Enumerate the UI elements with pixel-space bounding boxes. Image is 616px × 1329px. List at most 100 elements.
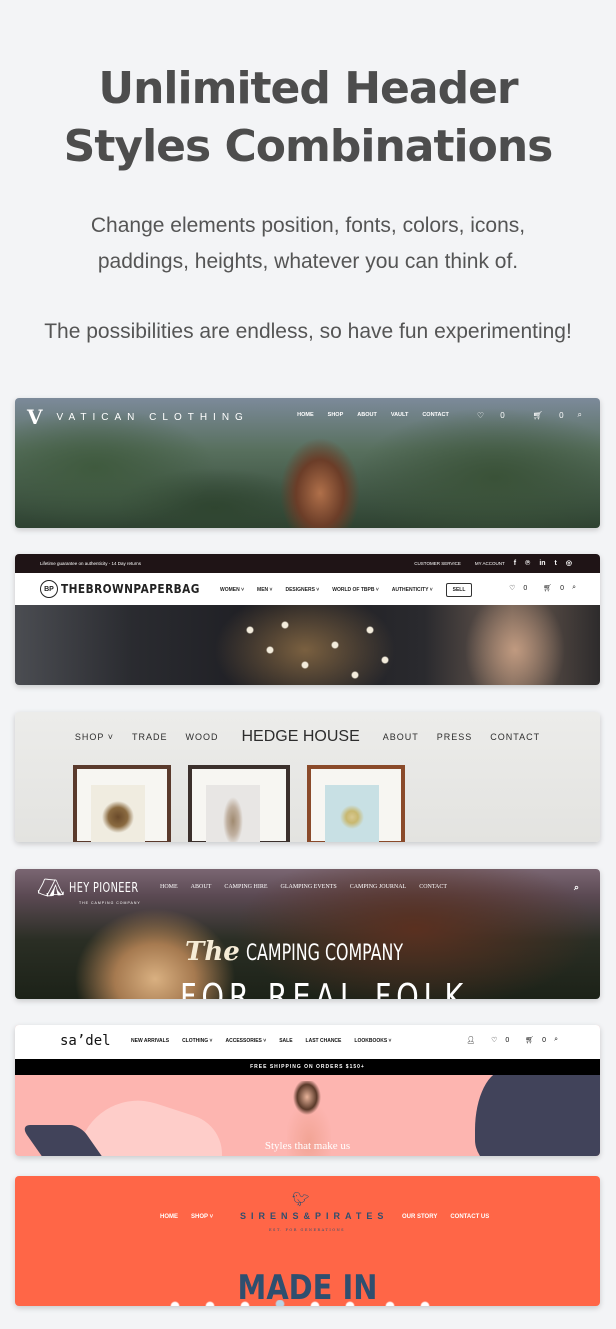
- nav-item-our-story[interactable]: OUR STORY: [402, 1214, 437, 1220]
- pinterest-icon[interactable]: ℗: [525, 560, 530, 567]
- header-preview-heypioneer: ⛺︎ HEY PIONEER THE CAMPING COMPANY HOME …: [15, 869, 600, 999]
- hero-headline: The CAMPING COMPANY: [185, 937, 403, 967]
- header-preview-brownpaperbag: Lifetime guarantee on authenticity - 14 …: [15, 554, 600, 685]
- search-icon[interactable]: ⌕: [574, 882, 579, 893]
- cart-button[interactable]: 🛒︎ 0: [517, 1036, 546, 1044]
- brand-logo[interactable]: sa’del: [60, 1033, 111, 1049]
- nav-item-women[interactable]: WOMEN ˅: [220, 587, 244, 593]
- promo-text: Lifetime guarantee on authenticity - 14 …: [40, 561, 142, 566]
- nav-item-shop[interactable]: SHOP: [328, 412, 344, 418]
- framed-art: [73, 765, 171, 842]
- nav-item-new-arrivals[interactable]: NEW ARRIVALS: [131, 1038, 169, 1044]
- nav-item-lookbooks[interactable]: LOOKBOOKS ˅: [354, 1038, 391, 1044]
- heart-icon: ♡: [476, 410, 484, 420]
- nav-item-clothing[interactable]: CLOTHING ˅: [182, 1038, 212, 1044]
- nav-item-wood[interactable]: WOOD: [186, 732, 219, 742]
- brand-logo[interactable]: BP THEBROWNPAPERBAG: [40, 580, 219, 598]
- cart-icon: 🛒︎: [543, 585, 553, 592]
- twitter-icon[interactable]: t: [555, 560, 557, 567]
- search-icon[interactable]: ⌕: [572, 584, 576, 592]
- hero-subtitle: Change elements position, fonts, colors,…: [90, 214, 526, 273]
- tent-icon: ⛺︎: [37, 875, 65, 900]
- nav-item-last-chance[interactable]: LAST CHANCE: [306, 1038, 342, 1044]
- main-nav: WOMEN ˅ MEN ˅ DESIGNERS ˅ WORLD OF TBPB …: [220, 583, 485, 597]
- hero-tagline: The possibilities are endless, so have f…: [44, 320, 572, 343]
- instagram-icon[interactable]: ◎: [566, 559, 572, 567]
- my-account-link[interactable]: MY ACCOUNT: [475, 561, 505, 566]
- nav-item-contact[interactable]: CONTACT: [422, 412, 448, 418]
- main-nav: SHOP ˅ TRADE WOOD HEDGE HOUSE ABOUT PRES…: [15, 728, 600, 746]
- nav-item-press[interactable]: PRESS: [437, 732, 473, 742]
- cart-icon: 🛒︎: [532, 410, 543, 420]
- nav-item-home[interactable]: HOME: [160, 884, 178, 890]
- facebook-icon[interactable]: f: [514, 560, 516, 567]
- account-icon[interactable]: 👤︎: [466, 1036, 475, 1044]
- nav-item-sale[interactable]: SALE: [279, 1038, 292, 1044]
- header-preview-hedgehouse: SHOP ˅ TRADE WOOD HEDGE HOUSE ABOUT PRES…: [15, 712, 600, 842]
- wishlist-button[interactable]: ♡ 0: [463, 411, 505, 420]
- nav-item-about[interactable]: ABOUT: [191, 884, 212, 890]
- framed-art: [188, 765, 290, 842]
- brand-tagline: EST. FOR GENERATIONS: [269, 1228, 346, 1232]
- brand-logo[interactable]: HEDGE HOUSE: [242, 728, 360, 746]
- wishlist-button[interactable]: ♡ 0: [483, 1036, 509, 1044]
- nav-item-contact-us[interactable]: CONTACT US: [450, 1214, 489, 1220]
- nav-item-camping-hire[interactable]: CAMPING HIRE: [224, 884, 267, 890]
- main-nav: NEW ARRIVALS CLOTHING ˅ ACCESSORIES ˅ SA…: [131, 1038, 404, 1044]
- nav-item-about[interactable]: ABOUT: [357, 412, 377, 418]
- hero-image: [15, 605, 600, 685]
- brand-logo[interactable]: ⛺︎ HEY PIONEER THE CAMPING COMPANY: [37, 875, 162, 905]
- brand-logo[interactable]: SIRENS&PIRATES: [240, 1211, 388, 1221]
- main-nav-left: HOME SHOP ˅: [160, 1214, 226, 1220]
- nav-item-glamping-events[interactable]: GLAMPING EVENTS: [281, 884, 337, 890]
- monogram-icon: BP: [40, 580, 58, 598]
- nav-item-about[interactable]: ABOUT: [383, 732, 419, 742]
- sell-button[interactable]: SELL: [445, 583, 473, 597]
- nav-item-home[interactable]: HOME: [160, 1214, 178, 1220]
- brand-mark-icon: V: [27, 405, 43, 429]
- customer-service-link[interactable]: CUSTOMER SERVICE: [414, 561, 461, 566]
- nav-item-accessories[interactable]: ACCESSORIES ˅: [225, 1038, 266, 1044]
- hero-caption: Styles that make us: [264, 1140, 351, 1152]
- search-icon[interactable]: ⌕: [554, 1036, 558, 1044]
- nav-item-designers[interactable]: DESIGNERS ˅: [285, 587, 319, 593]
- nav-item-contact[interactable]: CONTACT: [419, 884, 447, 890]
- framed-art: [307, 765, 405, 842]
- hero-title: Unlimited Header Styles Combinations: [63, 63, 554, 172]
- nav-item-men[interactable]: MEN ˅: [257, 587, 272, 593]
- hero-subheadline: FOR REAL FOLK: [180, 977, 469, 999]
- brand-logo[interactable]: V VATICAN CLOTHING: [27, 405, 249, 429]
- header-preview-vatican: V VATICAN CLOTHING HOME SHOP ABOUT VAULT…: [15, 398, 600, 528]
- nav-item-trade[interactable]: TRADE: [132, 732, 168, 742]
- top-bar: Lifetime guarantee on authenticity - 14 …: [15, 554, 600, 573]
- cart-button[interactable]: 🛒︎ 0: [535, 584, 564, 592]
- promo-bar: FREE SHIPPING ON ORDERS $150+: [15, 1059, 600, 1075]
- main-bar: BP THEBROWNPAPERBAG WOMEN ˅ MEN ˅ DESIGN…: [15, 573, 600, 605]
- seagull-icon: 🐦︎: [292, 1191, 310, 1207]
- main-nav-right: OUR STORY CONTACT US: [402, 1214, 502, 1220]
- nav-item-world-of-tbpb[interactable]: WORLD OF TBPB ˅: [332, 587, 379, 593]
- main-nav: HOME SHOP ABOUT VAULT CONTACT ♡ 0 🛒︎ 0 ⌕: [283, 410, 582, 420]
- wishlist-button[interactable]: ♡ 0: [501, 584, 527, 592]
- nav-item-vault[interactable]: VAULT: [391, 412, 409, 418]
- brand-name: VATICAN CLOTHING: [56, 411, 249, 423]
- brand-tagline: THE CAMPING COMPANY: [79, 901, 141, 905]
- brand-name: THEBROWNPAPERBAG: [61, 582, 200, 596]
- search-icon[interactable]: ⌕: [578, 410, 582, 420]
- nav-item-camping-journal[interactable]: CAMPING JOURNAL: [350, 884, 407, 890]
- nav-item-home[interactable]: HOME: [297, 412, 314, 418]
- cart-button[interactable]: 🛒︎ 0: [519, 411, 564, 420]
- nav-item-shop[interactable]: SHOP ˅: [191, 1214, 213, 1220]
- cart-icon: 🛒︎: [525, 1037, 535, 1044]
- nav-item-shop[interactable]: SHOP ˅: [75, 732, 114, 742]
- main-bar: sa’del NEW ARRIVALS CLOTHING ˅ ACCESSORI…: [15, 1025, 600, 1059]
- heart-icon: ♡: [491, 1037, 498, 1044]
- nav-item-contact[interactable]: CONTACT: [490, 732, 540, 742]
- nav-item-authenticity[interactable]: AUTHENTICITY ˅: [392, 587, 433, 593]
- heart-icon: ♡: [509, 585, 516, 592]
- linkedin-icon[interactable]: in: [539, 560, 545, 567]
- decor-shape: [165, 1300, 465, 1306]
- header-preview-sirenspirates: 🐦︎ HOME SHOP ˅ SIRENS&PIRATES EST. FOR G…: [15, 1176, 600, 1306]
- main-nav: HOME ABOUT CAMPING HIRE GLAMPING EVENTS …: [160, 884, 460, 890]
- brand-name: HEY PIONEER: [68, 880, 139, 896]
